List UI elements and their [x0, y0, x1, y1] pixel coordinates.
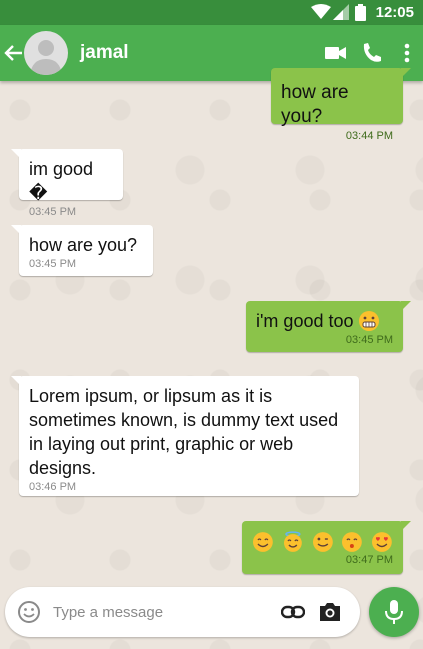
cell-signal-icon [333, 4, 349, 20]
phone-icon[interactable] [361, 41, 383, 65]
message-input[interactable] [53, 600, 273, 624]
message-time: 03:47 PM [345, 554, 393, 566]
grin-emoji-icon [358, 311, 379, 331]
message-text: how are you? [29, 235, 138, 255]
kiss-emoji-icon [342, 532, 363, 552]
message-text: im good � [29, 159, 94, 203]
message-bubble-outgoing[interactable]: i'm good too 03:45 PM [246, 301, 411, 352]
message-bubble-outgoing[interactable]: how are you? 03:44 PM [271, 68, 411, 142]
mic-button[interactable] [369, 587, 419, 637]
video-call-icon[interactable] [325, 41, 347, 65]
contact-name[interactable]: jamal [80, 42, 129, 64]
arrow-back-icon[interactable] [2, 41, 24, 65]
emoji-icon[interactable] [17, 600, 41, 624]
message-time: 03:45 PM [29, 258, 77, 270]
message-time: 03:45 PM [345, 334, 393, 346]
avatar[interactable] [24, 31, 68, 75]
camera-icon[interactable] [318, 601, 342, 623]
person-icon [30, 40, 62, 75]
message-composer [5, 587, 360, 637]
message-text: how are you? [281, 82, 349, 127]
status-time: 12:05 [375, 4, 414, 21]
message-bubble-outgoing[interactable]: 03:47 PM [242, 521, 411, 574]
message-time: 03:44 PM [345, 130, 393, 142]
smile-emoji-icon [252, 532, 273, 552]
attach-link-icon[interactable] [281, 603, 305, 621]
wifi-icon [311, 4, 331, 19]
mic-icon [385, 600, 403, 624]
message-time: 03:45 PM [29, 206, 77, 218]
wink-emoji-icon [312, 532, 333, 552]
heart-eyes-emoji-icon [372, 532, 392, 552]
status-bar: 12:05 [0, 0, 423, 25]
message-bubble-incoming[interactable]: im good � 03:45 PM [11, 149, 123, 218]
message-bubble-incoming[interactable]: Lorem ipsum, or lipsum as it is sometime… [11, 376, 359, 496]
message-text: Lorem ipsum, or lipsum as it is sometime… [29, 386, 339, 478]
emoji-row [252, 529, 393, 553]
halo-emoji-icon [283, 531, 302, 552]
message-time: 03:46 PM [29, 481, 77, 493]
message-bubble-incoming[interactable]: how are you? 03:45 PM [11, 225, 153, 276]
battery-icon [355, 4, 366, 21]
message-text: i'm good too [256, 311, 354, 331]
more-vert-icon[interactable] [403, 41, 411, 65]
